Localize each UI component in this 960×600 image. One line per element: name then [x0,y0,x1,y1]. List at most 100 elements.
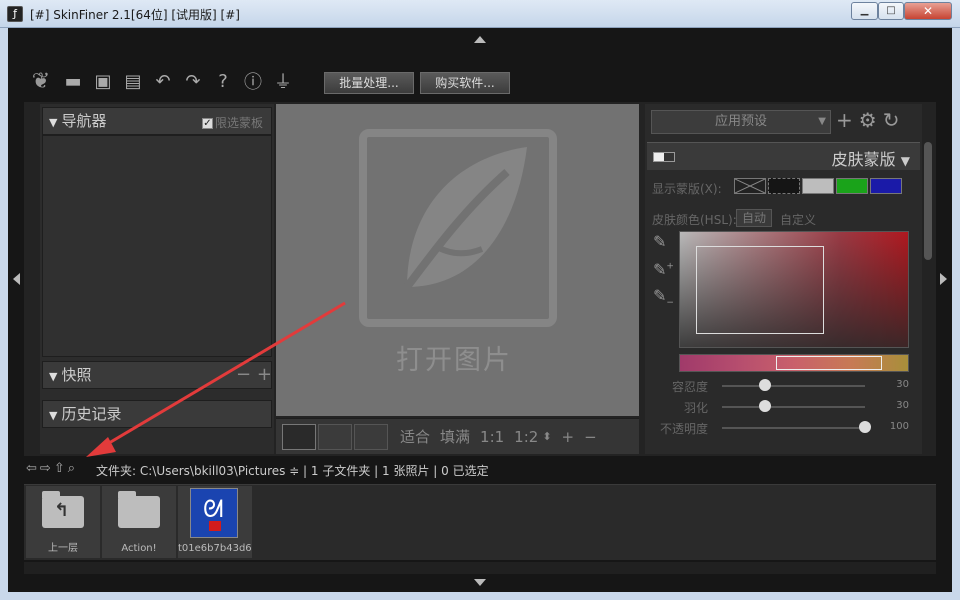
hue-range-bar[interactable] [679,354,909,372]
skin-mask-header[interactable]: 皮肤蒙版 ▼ [647,142,920,170]
opacity-label: 不透明度 [659,422,708,436]
slider-knob[interactable] [758,379,771,391]
redo-icon[interactable]: ↷ [178,71,208,92]
path-bar: ⇦⇨⇧⌕ 文件夹: C:\Users\bkill03\Pictures ≑ | … [24,460,936,480]
forward-arrow-icon[interactable]: ⇨ [40,461,54,476]
folder-path[interactable]: 文件夹: C:\Users\bkill03\Pictures ≑ | 1 子文件… [96,462,489,479]
bottom-bar [24,562,936,574]
gear-icon[interactable]: ⚙ [859,108,883,132]
tolerance-value: 30 [896,379,909,390]
eyedropper-add-icon[interactable]: ✎+ [653,260,674,279]
zoom-out-button[interactable]: − [584,428,597,446]
feather-slider[interactable]: 羽化 30 [650,399,915,415]
show-mask-label: 显示蒙版(X): [652,182,722,196]
eyedropper-icon[interactable]: ✎ [653,232,666,251]
collapse-left-arrow-icon[interactable] [13,273,20,285]
limit-mask-label: 限选蒙板 [215,116,264,130]
navigator-preview [42,135,272,357]
leaf-logo-icon: ❦ [31,68,51,94]
window-title: [#] SkinFiner 2.1[64位] [试用版] [#] [30,8,240,22]
buy-software-button[interactable]: 购买软件... [420,72,510,94]
item-label: t01e6b7b43d6... [178,543,252,554]
mask-swatch-blue[interactable] [870,178,902,194]
collapse-bottom-arrow-icon[interactable] [474,579,486,586]
history-title: 历史记录 [61,405,122,423]
fit-button[interactable]: 适合 [400,426,430,447]
preset-select-value: 应用预设 [714,114,767,129]
skin-range-selection[interactable] [696,246,824,334]
single-view-button[interactable] [282,423,316,450]
snapshot-controls: − + [236,364,272,385]
feather-label: 羽化 [683,401,708,415]
item-label: 上一层 [48,543,78,554]
image-item[interactable]: ᘛ t01e6b7b43d6... [178,486,252,558]
checkbox-checked-icon: ✓ [202,118,213,129]
view-bar: 适合 填满 1:1 1:2 ⬍ + − [276,418,639,454]
slider-knob[interactable] [758,400,771,412]
mask-swatch-green[interactable] [836,178,868,194]
feather-value: 30 [896,400,909,411]
right-panel-scrollbar[interactable] [924,142,932,260]
bunny-illustration: ᘛ [203,495,224,523]
auto-button[interactable]: 自动 [736,209,772,227]
folder-item[interactable]: Action! [102,486,176,558]
panel-toggle-icon[interactable] [653,152,675,162]
up-arrow-icon[interactable]: ⇧ [54,461,68,476]
back-arrow-icon[interactable]: ⇦ [26,461,40,476]
zoom-1-2-button[interactable]: 1:2 [514,428,538,446]
add-snapshot-button[interactable]: + [257,364,272,385]
help-icon[interactable]: ? [208,71,238,92]
title-bar: ƒ [#] SkinFiner 2.1[64位] [试用版] [#] ▁ □ ✕ [0,0,960,28]
apply-preset-select[interactable]: 应用预设 ▼ [651,110,831,134]
expand-triangle-icon: ▼ [49,409,58,422]
mask-swatch-black[interactable] [768,178,800,194]
folder-icon [118,491,160,528]
folder-open-icon[interactable]: ▬ [58,71,88,92]
remove-snapshot-button[interactable]: − [236,364,251,385]
add-preset-icon[interactable]: + [836,108,859,132]
eyedropper-subtract-icon[interactable]: ✎− [653,286,674,308]
skin-color-field[interactable] [679,231,909,348]
collapse-right-arrow-icon[interactable] [940,273,947,285]
fill-button[interactable]: 填满 [440,426,470,447]
custom-option[interactable]: 自定义 [780,211,816,228]
chevron-down-icon: ▼ [818,116,826,127]
split-vertical-view-button[interactable] [318,423,352,450]
save-as-icon[interactable]: ▤ [118,71,148,92]
skin-mask-title: 皮肤蒙版 ▼ [831,150,910,169]
open-image-prompt[interactable]: 打开图片 [396,338,512,377]
info-icon[interactable]: ⓘ [238,68,268,94]
toolbar: ❦ ▬ ▣ ▤ ↶ ↷ ? ⓘ ⏚ [24,64,298,98]
slider-track [722,406,865,408]
undo-icon[interactable]: ↶ [148,71,178,92]
expand-triangle-icon: ▼ [49,116,58,129]
save-icon[interactable]: ▣ [88,71,118,92]
bunny-dress [209,521,221,531]
zoom-1-1-button[interactable]: 1:1 [480,428,504,446]
hue-range-selection[interactable] [776,356,882,370]
close-button[interactable]: ✕ [904,2,952,20]
slider-track [722,427,865,429]
tolerance-label: 容忍度 [671,380,708,394]
app-logo-icon: ƒ [7,6,23,22]
leaf-placeholder-icon [359,129,557,327]
maximize-button[interactable]: □ [878,2,904,20]
minimize-button[interactable]: ▁ [851,2,878,20]
split-horizontal-view-button[interactable] [354,423,388,450]
batch-process-button[interactable]: 批量处理... [324,72,414,94]
parent-folder-item[interactable]: ↰ 上一层 [26,486,100,558]
opacity-value: 100 [889,421,909,432]
zoom-in-button[interactable]: + [562,428,575,446]
opacity-slider[interactable]: 不透明度 100 [650,420,915,436]
slider-knob[interactable] [859,421,871,433]
mask-swatch-none[interactable] [734,178,766,194]
limit-mask-checkbox[interactable]: ✓ 限选蒙板 [202,114,263,131]
zoom-stepper-icon[interactable]: ⬍ [542,430,551,443]
search-icon[interactable]: ⌕ [68,461,78,476]
refresh-icon[interactable]: ↻ [883,108,906,132]
collapse-top-arrow-icon[interactable] [474,36,486,43]
mask-swatch-gray[interactable] [802,178,834,194]
plugin-icon[interactable]: ⏚ [268,68,298,94]
tolerance-slider[interactable]: 容忍度 30 [650,378,915,394]
history-header[interactable]: ▼ 历史记录 [42,400,272,428]
